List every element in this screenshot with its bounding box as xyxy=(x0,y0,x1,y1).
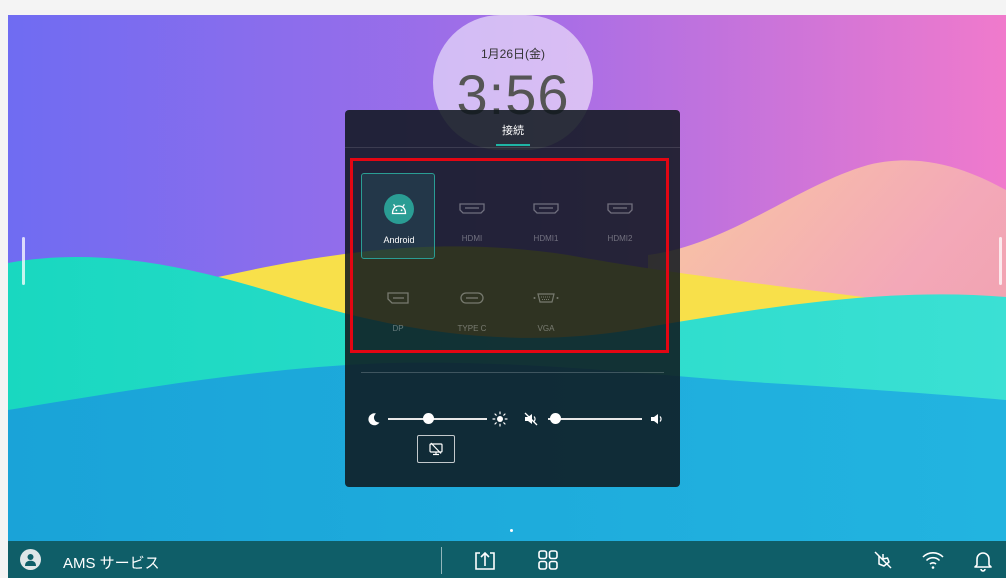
vga-port-icon xyxy=(533,293,559,303)
sun-icon xyxy=(492,411,508,427)
android-icon xyxy=(384,194,414,224)
touch-lock-button[interactable] xyxy=(417,435,455,463)
source-label: HDMI1 xyxy=(533,234,559,243)
user-avatar[interactable] xyxy=(20,549,41,570)
right-edge-handle[interactable] xyxy=(999,237,1002,285)
brightness-slider-knob[interactable] xyxy=(423,413,435,424)
source-type-c[interactable]: TYPE C xyxy=(435,263,509,349)
brightness-slider-track[interactable] xyxy=(388,418,487,420)
usb-c-port-icon xyxy=(460,292,484,304)
screen-off-icon xyxy=(429,442,443,456)
touch-mute-icon[interactable] xyxy=(870,547,896,573)
hdmi-port-icon xyxy=(533,203,559,214)
source-label: HDMI xyxy=(461,234,483,243)
clock-date: 1月26日(金) xyxy=(480,47,545,61)
source-label: Android xyxy=(383,235,415,245)
page-indicator-dot xyxy=(510,529,513,532)
hdmi-port-icon xyxy=(459,203,485,214)
tab-divider xyxy=(345,147,680,148)
user-icon xyxy=(25,554,36,566)
source-label: HDMI2 xyxy=(607,234,633,243)
source-hdmi1[interactable]: HDMI1 xyxy=(509,173,583,259)
source-label: TYPE C xyxy=(457,324,487,333)
tab-connection[interactable]: 接続 xyxy=(495,122,531,138)
volume-mute-icon[interactable] xyxy=(523,411,539,427)
user-name[interactable]: AMS サービス xyxy=(63,552,160,573)
display-screen: 1月26日(金) 3:56 接続 Android HDMI HDMI1 HDMI… xyxy=(8,15,1006,578)
controls-divider xyxy=(361,372,664,373)
source-vga[interactable]: VGA xyxy=(509,263,583,349)
volume-slider-knob[interactable] xyxy=(550,413,562,424)
tab-underline xyxy=(496,144,530,146)
source-dp[interactable]: DP xyxy=(361,263,435,349)
moon-icon xyxy=(368,413,380,426)
taskbar-divider xyxy=(441,547,442,574)
hdmi-port-icon xyxy=(607,203,633,214)
source-android[interactable]: Android xyxy=(361,173,435,259)
cast-screen-icon[interactable] xyxy=(472,547,498,573)
taskbar: AMS サービス xyxy=(8,541,1006,578)
volume-icon xyxy=(651,414,662,424)
left-edge-handle[interactable] xyxy=(22,237,25,285)
source-hdmi2[interactable]: HDMI2 xyxy=(583,173,657,259)
connection-panel: 接続 Android HDMI HDMI1 HDMI2 DP TYPE C VG… xyxy=(345,110,680,487)
source-label: DP xyxy=(392,324,404,333)
source-hdmi[interactable]: HDMI xyxy=(435,173,509,259)
volume-slider-track[interactable] xyxy=(548,418,642,420)
displayport-icon xyxy=(387,292,409,304)
bell-icon[interactable] xyxy=(970,547,996,573)
apps-grid-icon[interactable] xyxy=(535,547,561,573)
wifi-icon[interactable] xyxy=(920,547,946,573)
source-label: VGA xyxy=(537,324,555,333)
